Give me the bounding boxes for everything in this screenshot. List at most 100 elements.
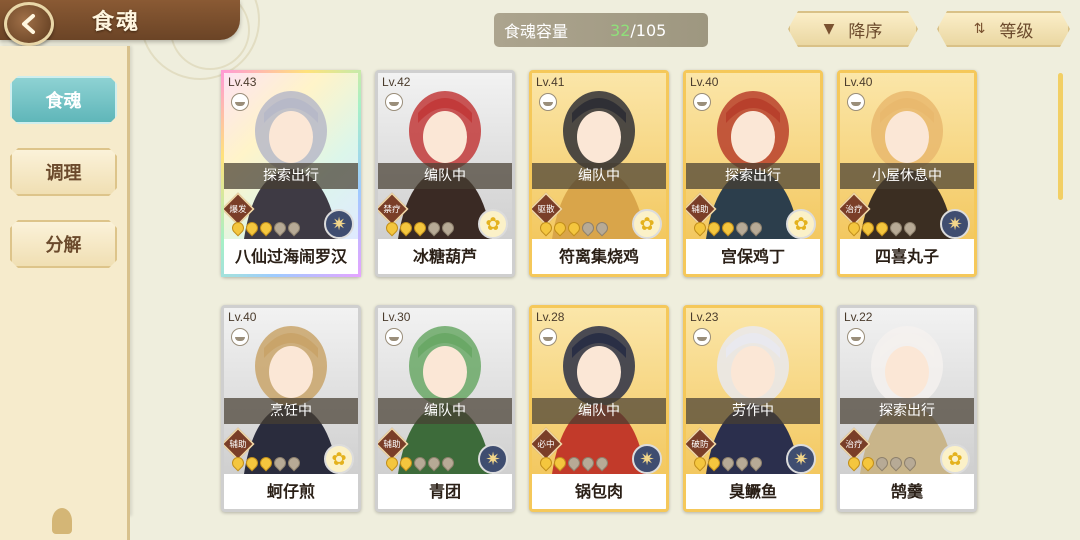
star-rating <box>537 454 611 472</box>
rank-star-icon <box>537 219 555 237</box>
rank-star-icon <box>551 454 569 472</box>
soul-card[interactable]: Lv.42 编队中 禁疗 ✿ 冰糖葫芦 <box>375 70 515 277</box>
tassel-decoration <box>52 508 72 534</box>
character-name: 蚵仔煎 <box>224 474 358 509</box>
rank-star-icon <box>439 219 457 237</box>
tab-decompose[interactable]: 分解 <box>10 220 117 268</box>
sort-key-button[interactable]: ⇅ 等级 <box>937 11 1070 47</box>
rank-star-icon <box>537 454 555 472</box>
capacity-label: 食魂容量 <box>504 22 569 41</box>
rank-star-icon <box>439 454 457 472</box>
star-rating <box>537 219 611 237</box>
level-label: Lv.40 <box>228 310 257 324</box>
character-name: 符离集烧鸡 <box>532 239 666 274</box>
rank-star-icon <box>257 454 275 472</box>
status-banner: 探索出行 <box>840 398 974 424</box>
level-label: Lv.22 <box>844 310 873 324</box>
sort-key-label: 等级 <box>999 21 1034 42</box>
character-name: 臭鳜鱼 <box>686 474 820 509</box>
status-banner: 探索出行 <box>686 163 820 189</box>
rank-star-icon <box>383 219 401 237</box>
rank-star-icon <box>901 219 919 237</box>
rank-star-icon <box>719 454 737 472</box>
rank-star-icon <box>691 219 709 237</box>
soul-card[interactable]: Lv.23 劳作中 破防 ✷ 臭鳜鱼 <box>683 305 823 512</box>
sort-order-button[interactable]: ▼ 降序 <box>788 11 918 47</box>
gear-icon: ✷ <box>786 444 816 474</box>
soul-card[interactable]: Lv.41 编队中 驱散 ✿ 符离集烧鸡 <box>529 70 669 277</box>
rank-star-icon <box>397 219 415 237</box>
soul-card[interactable]: Lv.28 编队中 必中 ✷ 锅包肉 <box>529 305 669 512</box>
level-label: Lv.40 <box>690 75 719 89</box>
rank-star-icon <box>887 454 905 472</box>
character-name: 冰糖葫芦 <box>378 239 512 274</box>
tab-label: 调理 <box>45 163 82 184</box>
food-bowl-icon <box>385 328 403 346</box>
soul-card[interactable]: Lv.30 编队中 辅助 ✷ 青团 <box>375 305 515 512</box>
rank-star-icon <box>733 219 751 237</box>
soul-card[interactable]: Lv.40 烹饪中 辅助 ✿ 蚵仔煎 <box>221 305 361 512</box>
rank-star-icon <box>425 219 443 237</box>
level-label: Lv.28 <box>536 310 565 324</box>
character-name: 宫保鸡丁 <box>686 239 820 274</box>
level-label: Lv.23 <box>690 310 719 324</box>
soul-card[interactable]: Lv.40 小屋休息中 治疗 ✷ 四喜丸子 <box>837 70 977 277</box>
character-name: 锅包肉 <box>532 474 666 509</box>
level-label: Lv.40 <box>844 75 873 89</box>
rank-star-icon <box>285 219 303 237</box>
rank-star-icon <box>229 454 247 472</box>
rank-star-icon <box>733 454 751 472</box>
status-banner: 编队中 <box>378 398 512 424</box>
rank-star-icon <box>705 454 723 472</box>
rank-star-icon <box>593 454 611 472</box>
chevron-left-icon <box>22 14 35 34</box>
food-bowl-icon <box>693 328 711 346</box>
rank-star-icon <box>845 454 863 472</box>
flower-icon: ✿ <box>940 444 970 474</box>
soul-card[interactable]: Lv.40 探索出行 辅助 ✿ 宫保鸡丁 <box>683 70 823 277</box>
tab-label: 食魂 <box>45 91 82 112</box>
rank-star-icon <box>873 219 891 237</box>
flower-icon: ✿ <box>632 209 662 239</box>
rank-star-icon <box>397 454 415 472</box>
food-bowl-icon <box>231 328 249 346</box>
star-rating <box>691 454 765 472</box>
level-label: Lv.30 <box>382 310 411 324</box>
tab-refine[interactable]: 调理 <box>10 148 117 196</box>
rank-star-icon <box>271 219 289 237</box>
rank-star-icon <box>411 219 429 237</box>
character-name: 四喜丸子 <box>840 239 974 274</box>
tab-soul[interactable]: 食魂 <box>10 76 117 124</box>
flower-icon: ✿ <box>324 444 354 474</box>
rank-star-icon <box>747 219 765 237</box>
scrollbar-thumb[interactable] <box>1058 73 1063 200</box>
sort-order-label: 降序 <box>848 21 883 42</box>
star-rating <box>691 219 765 237</box>
rank-star-icon <box>243 219 261 237</box>
rank-star-icon <box>747 454 765 472</box>
star-rating <box>383 219 457 237</box>
gear-icon: ✷ <box>324 209 354 239</box>
back-button[interactable] <box>4 2 54 46</box>
rank-star-icon <box>593 219 611 237</box>
gear-icon: ✷ <box>632 444 662 474</box>
status-banner: 小屋休息中 <box>840 163 974 189</box>
rank-star-icon <box>579 454 597 472</box>
soul-card[interactable]: Lv.43 探索出行 爆发 ✷ 八仙过海闹罗汉 <box>221 70 361 277</box>
gear-icon: ✷ <box>478 444 508 474</box>
rank-star-icon <box>859 219 877 237</box>
rank-star-icon <box>705 219 723 237</box>
sort-arrows-icon: ⇅ <box>973 21 986 37</box>
rank-star-icon <box>551 219 569 237</box>
rank-star-icon <box>271 454 289 472</box>
tab-label: 分解 <box>45 235 82 256</box>
status-banner: 烹饪中 <box>224 398 358 424</box>
food-bowl-icon <box>693 93 711 111</box>
food-bowl-icon <box>231 93 249 111</box>
rank-star-icon <box>243 454 261 472</box>
rank-star-icon <box>565 454 583 472</box>
star-rating <box>383 454 457 472</box>
gear-icon: ✷ <box>940 209 970 239</box>
soul-card[interactable]: Lv.22 探索出行 治疗 ✿ 鹄羹 <box>837 305 977 512</box>
rank-star-icon <box>873 454 891 472</box>
